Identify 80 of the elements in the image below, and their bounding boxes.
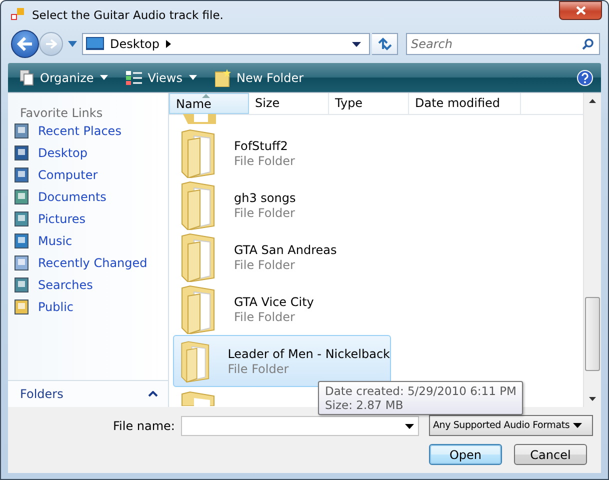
scrollbar-thumb[interactable] [585,297,600,371]
help-button[interactable] [577,70,593,86]
dialog-button[interactable]: Open [429,444,502,465]
file-item[interactable]: gh3 songs File Folder [173,179,391,231]
dropdown-icon [572,423,582,428]
file-type: File Folder [234,310,296,324]
sidebar-link[interactable]: Pictures [8,208,168,230]
section-heading: Favorite Links [19,105,104,120]
search-field[interactable]: Search [406,33,600,55]
scroll-up-icon [589,99,596,103]
sidebar-link[interactable]: Desktop [8,142,168,164]
views-icon [126,70,142,84]
folders-toggle[interactable]: Folders [8,380,168,407]
column-header[interactable]: Size [249,93,329,114]
file-name: gh3 songs [234,190,296,204]
sidebar-link[interactable]: Documents [8,186,168,208]
window-title: Select the Guitar Audio track file. [32,8,224,22]
close-button[interactable] [559,1,602,20]
place-icon [14,211,30,227]
help-icon [577,70,593,86]
toolbar-button[interactable]: Organize [18,70,110,86]
column-header[interactable]: Type [329,93,409,114]
close-icon [576,6,586,15]
sort-caret-icon [202,94,210,98]
caret-icon [100,75,108,80]
pages-icon [20,70,34,86]
toolbar-button[interactable]: Views [124,70,198,84]
file-item[interactable]: FofStuff2 File Folder [173,127,391,179]
sidebar-link[interactable]: Music [8,230,168,252]
caret-icon[interactable] [68,41,77,47]
toolbar-button[interactable]: New Folder [212,68,306,86]
sidebar-link[interactable]: Recent Places [8,120,168,142]
file-type: File Folder [234,258,296,272]
file-item[interactable]: Leader of Men - Nickelback File Folder [173,335,391,387]
file-name: GTA Vice City [234,294,314,308]
arrow-left-icon [17,37,33,51]
refresh-icon [376,37,392,51]
new-folder-icon [214,68,230,86]
place-icon [14,167,30,183]
tooltip-text: Size: 2.87 MB [325,398,404,412]
scroll-down-icon [589,397,596,401]
file-name: Leader of Men - Nickelback [228,346,390,360]
sidebar-link[interactable]: Recently Changed [8,252,168,274]
dropdown-icon [404,424,414,428]
file-type: File Folder [234,206,296,220]
place-icon [14,189,30,205]
file-name-label: File name: [113,418,175,432]
caret-icon [188,75,196,80]
scrollbar[interactable] [583,93,601,407]
dropdown-icon [352,42,361,46]
sidebar-link[interactable]: Searches [8,274,168,296]
place-icon [14,299,30,315]
file-type-dropdown[interactable]: Any Supported Audio Formats [428,415,593,436]
refresh-button[interactable] [372,33,398,55]
file-name: FofStuff2 [234,138,289,152]
file-item[interactable]: GTA Vice City File Folder [173,283,391,335]
address-field[interactable]: Desktop [82,33,370,55]
back-button[interactable] [11,30,39,58]
file-type: File Folder [228,362,290,376]
sidebar-link[interactable]: Computer [8,164,168,186]
search-icon [582,38,594,50]
file-name-field[interactable] [180,416,419,436]
place-icon [14,255,30,271]
tooltip-text: Date created: 5/29/2010 6:11 PM [325,384,516,398]
sidebar-link[interactable]: Public [8,296,168,318]
file-name: GTA San Andreas [234,242,337,256]
app-icon [11,8,25,22]
place-icon [14,123,30,139]
column-header[interactable]: Date modified [409,93,521,114]
place-icon [14,145,30,161]
desktop-icon [86,37,104,51]
column-header[interactable]: Name [169,93,249,114]
place-icon [14,233,30,249]
file-item[interactable]: GTA San Andreas File Folder [173,231,391,283]
dialog-button[interactable]: Cancel [514,444,587,465]
arrow-right-icon [45,39,57,49]
chevron-up-icon [148,391,158,397]
chevron-right-icon [166,40,170,48]
file-type: File Folder [234,154,295,168]
place-icon [14,277,30,293]
